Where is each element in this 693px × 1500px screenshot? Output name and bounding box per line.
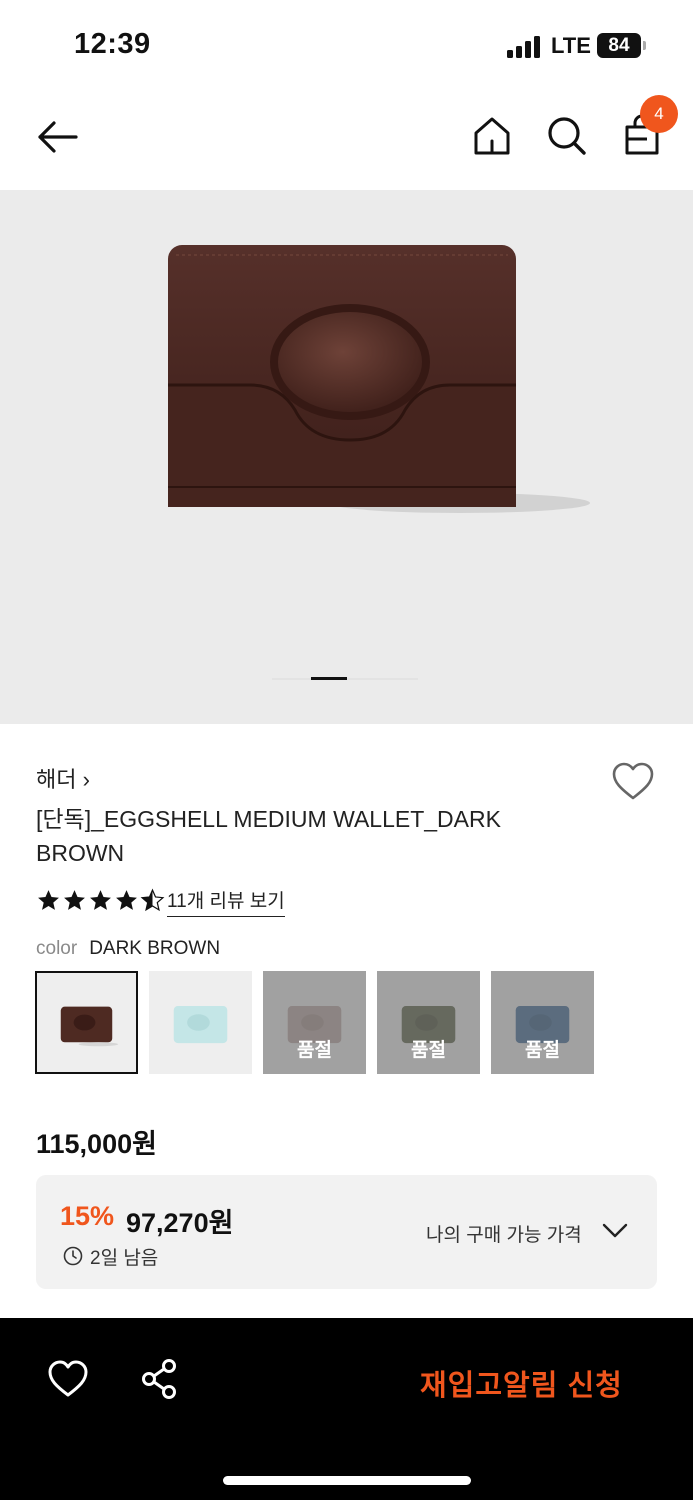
star-icon	[116, 890, 137, 910]
pagination-active-indicator	[311, 677, 347, 680]
sold-out-badge: 품절	[297, 1040, 332, 1061]
discount-price: 97,270원	[126, 1208, 234, 1238]
discount-price-box[interactable]: 15% 97,270원 2일 남음 나의 구매 가능 가격	[36, 1175, 657, 1289]
sold-out-badge: 품절	[411, 1040, 446, 1061]
share-icon[interactable]	[139, 1358, 179, 1400]
color-swatch[interactable]: 품절	[491, 971, 594, 1074]
bottom-action-bar: 재입고알림 신청	[0, 1318, 693, 1500]
color-swatch[interactable]: 품절	[377, 971, 480, 1074]
swatch-wallet-thumbnail	[60, 1006, 119, 1047]
gallery-pagination	[272, 677, 418, 681]
star-icon	[90, 890, 111, 910]
half-star-icon	[140, 888, 165, 912]
battery-icon: 84	[597, 33, 641, 58]
my-price-toggle[interactable]: 나의 구매 가능 가격	[426, 1220, 582, 1247]
product-image-gallery[interactable]	[0, 190, 693, 724]
review-link[interactable]: 11개 리뷰 보기	[167, 886, 285, 917]
network-label: LTE	[551, 33, 591, 58]
battery-tip	[643, 41, 646, 50]
status-bar: 12:39 LTE 84	[0, 0, 693, 90]
time-remaining: 2일 남음	[90, 1248, 159, 1269]
color-selection-label: color DARK BROWN	[36, 938, 220, 960]
discount-percent: 15%	[60, 1201, 115, 1231]
product-title: [단독]_EGGSHELL MEDIUM WALLET_DARK BROWN	[36, 806, 501, 866]
chevron-down-icon[interactable]	[602, 1221, 628, 1241]
signal-icon	[507, 36, 543, 58]
star-icon	[38, 890, 59, 910]
color-value: DARK BROWN	[89, 938, 221, 959]
product-image	[168, 245, 590, 513]
wishlist-heart-icon[interactable]	[610, 760, 656, 802]
brand-link[interactable]: 해더 ›	[36, 762, 90, 794]
star-icon	[64, 890, 85, 910]
rating-stars	[36, 888, 165, 914]
home-icon[interactable]	[468, 111, 516, 161]
top-nav	[0, 95, 693, 185]
color-swatch[interactable]	[149, 971, 252, 1074]
restock-alert-button[interactable]: 재입고알림 신청	[420, 1362, 623, 1404]
cart-count-badge: 4	[640, 95, 678, 133]
sold-out-badge: 품절	[525, 1040, 560, 1061]
color-swatch[interactable]	[35, 971, 138, 1074]
original-price: 115,000원	[36, 1129, 157, 1159]
color-label: color	[36, 938, 78, 959]
clock-icon	[63, 1246, 83, 1266]
search-icon[interactable]	[542, 111, 592, 161]
swatch-wallet-thumbnail	[173, 1006, 228, 1044]
status-time: 12:39	[74, 28, 151, 60]
home-indicator	[223, 1476, 471, 1485]
wishlist-heart-icon[interactable]	[47, 1359, 89, 1399]
color-swatch[interactable]: 품절	[263, 971, 366, 1074]
back-arrow-icon[interactable]	[30, 113, 86, 161]
